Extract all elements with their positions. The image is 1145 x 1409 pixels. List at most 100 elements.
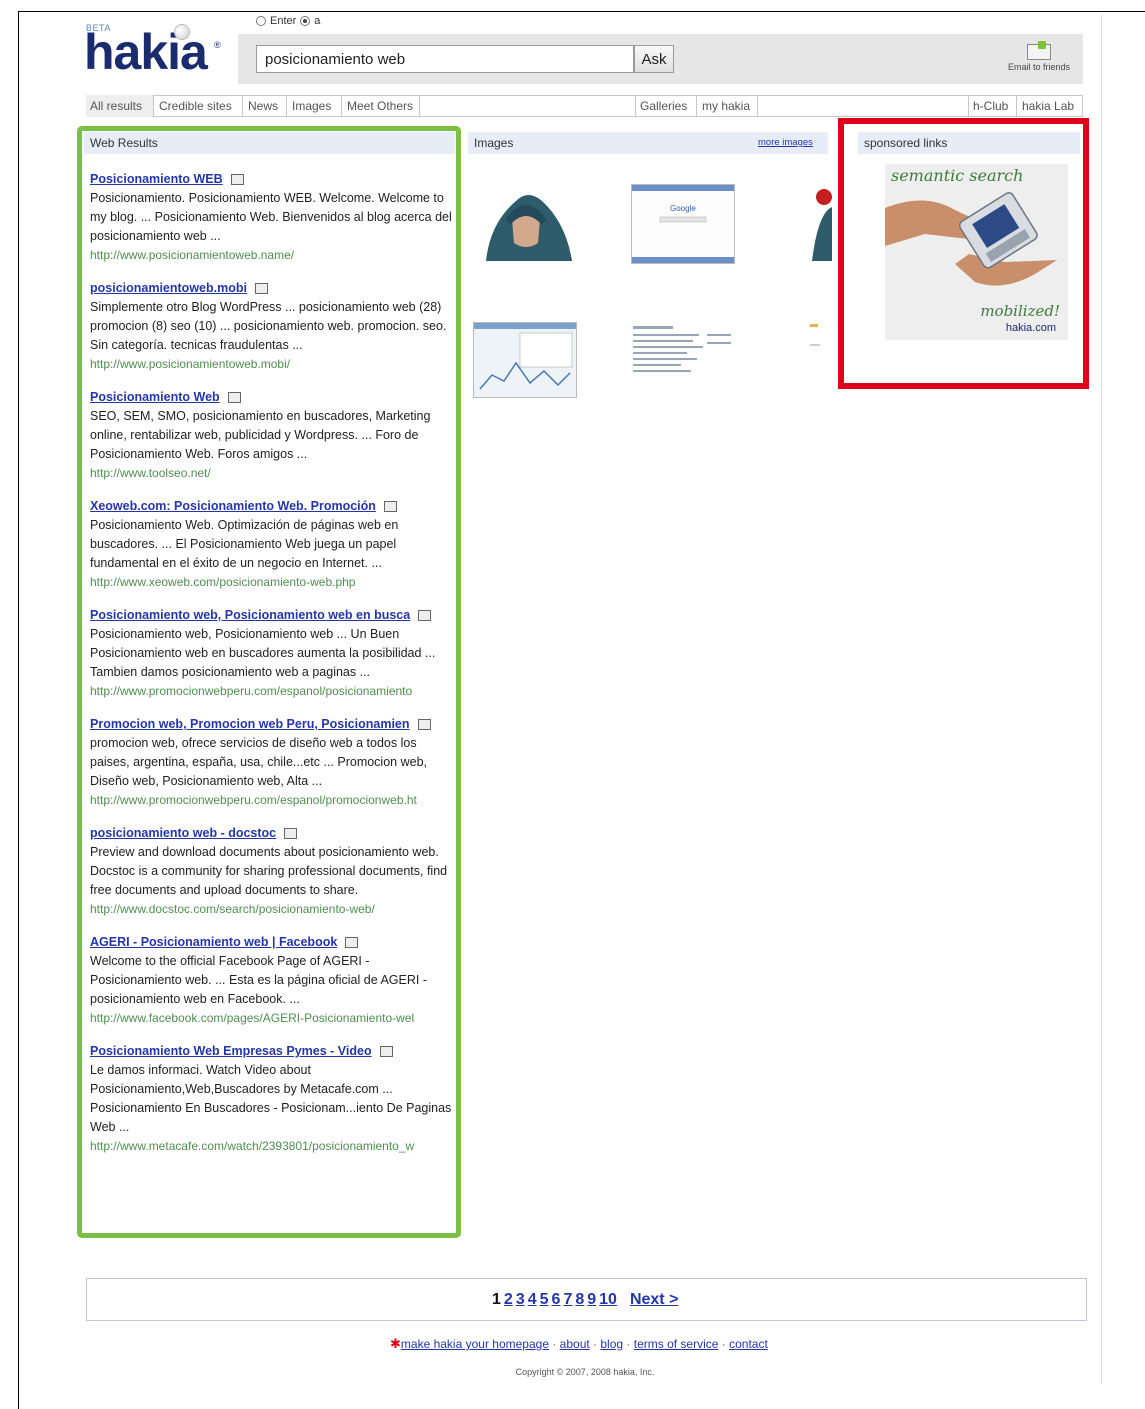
result-title-link[interactable]: posicionamientoweb.mobi bbox=[90, 279, 452, 298]
result-url[interactable]: http://www.posicionamientoweb.mobi/ bbox=[90, 355, 452, 374]
search-input[interactable] bbox=[256, 45, 634, 73]
email-to-friends-link[interactable]: Email to friends bbox=[998, 41, 1080, 72]
make-homepage-link[interactable]: make hakia your homepage bbox=[401, 1337, 549, 1351]
more-images-link[interactable]: more images bbox=[758, 137, 813, 148]
result-title-link[interactable]: Posicionamiento Web bbox=[90, 388, 452, 407]
result-title-link[interactable]: Xeoweb.com: Posicionamiento Web. Promoci… bbox=[90, 497, 452, 516]
image-thumb-partial[interactable] bbox=[806, 322, 832, 352]
next-page-link[interactable]: Next > bbox=[630, 1291, 678, 1309]
cached-page-icon[interactable] bbox=[345, 937, 359, 949]
result-item: Posicionamiento web, Posicionamiento web… bbox=[90, 606, 452, 701]
tab-news[interactable]: News bbox=[244, 95, 287, 117]
tab-galleries[interactable]: Galleries bbox=[635, 95, 697, 117]
logo-globe-icon bbox=[174, 24, 190, 40]
result-snippet: Preview and download documents about pos… bbox=[90, 845, 448, 897]
cached-page-icon[interactable] bbox=[284, 828, 298, 840]
tab-credible-sites[interactable]: Credible sites bbox=[155, 95, 243, 117]
result-title-link[interactable]: posicionamiento web - docstoc bbox=[90, 824, 452, 843]
cached-page-icon[interactable] bbox=[417, 719, 431, 731]
page-link[interactable]: 7 bbox=[563, 1291, 572, 1309]
result-item: Promocion web, Promocion web Peru, Posic… bbox=[90, 715, 452, 810]
page-link[interactable]: 8 bbox=[575, 1291, 584, 1309]
result-title-link[interactable]: Promocion web, Promocion web Peru, Posic… bbox=[90, 715, 452, 734]
result-title-text: Posicionamiento Web Empresas Pymes - Vid… bbox=[90, 1044, 372, 1058]
page-link[interactable]: 6 bbox=[552, 1291, 561, 1309]
blog-link[interactable]: blog bbox=[600, 1337, 623, 1351]
result-title-text: AGERI - Posicionamiento web | Facebook bbox=[90, 935, 338, 949]
result-url[interactable]: http://www.toolseo.net/ bbox=[90, 464, 452, 483]
result-item: posicionamientoweb.mobi Simplemente otro … bbox=[90, 279, 452, 374]
image-thumb-analytics-chart[interactable] bbox=[473, 322, 577, 398]
web-results-list: Posicionamiento WEB Posicionamiento. Posi… bbox=[90, 170, 452, 1170]
tab-all-results[interactable]: All results bbox=[86, 95, 154, 117]
result-title-link[interactable]: AGERI - Posicionamiento web | Facebook bbox=[90, 933, 452, 952]
result-url[interactable]: http://www.xeoweb.com/posicionamiento-we… bbox=[90, 573, 452, 592]
image-thumb-ladybug[interactable] bbox=[806, 185, 832, 261]
radio-enter-label: Enter bbox=[270, 15, 297, 27]
result-title-text: Xeoweb.com: Posicionamiento Web. Promoci… bbox=[90, 499, 376, 513]
page-link[interactable]: 4 bbox=[528, 1291, 537, 1309]
result-url[interactable]: http://www.facebook.com/pages/AGERI-Posi… bbox=[90, 1009, 452, 1028]
result-item: AGERI - Posicionamiento web | Facebook We… bbox=[90, 933, 452, 1028]
result-url[interactable]: http://www.posicionamientoweb.name/ bbox=[90, 246, 452, 265]
result-snippet: Simplemente otro Blog WordPress ... posi… bbox=[90, 300, 447, 352]
image-thumb-google-screenshot[interactable]: Google bbox=[631, 184, 735, 264]
cached-page-icon[interactable] bbox=[383, 501, 397, 513]
tab-my-hakia[interactable]: my hakia bbox=[698, 95, 758, 117]
result-snippet: Welcome to the official Facebook Page of… bbox=[90, 954, 427, 1006]
image-thumb-hooded-person[interactable] bbox=[476, 185, 576, 261]
page-link[interactable]: 2 bbox=[504, 1291, 513, 1309]
page-link[interactable]: 9 bbox=[587, 1291, 596, 1309]
result-item: posicionamiento web - docstoc Preview and… bbox=[90, 824, 452, 919]
radio-a-label: a bbox=[314, 15, 321, 27]
result-title-link[interactable]: Posicionamiento Web Empresas Pymes - Vid… bbox=[90, 1042, 452, 1061]
result-item: Posicionamiento Web Empresas Pymes - Vid… bbox=[90, 1042, 452, 1156]
tab-h-club[interactable]: h-Club bbox=[968, 95, 1017, 117]
tab-meet-others[interactable]: Meet Others bbox=[343, 95, 420, 117]
ask-button[interactable]: Ask bbox=[634, 45, 674, 73]
page-link[interactable]: 5 bbox=[540, 1291, 549, 1309]
image-thumb-text-document[interactable] bbox=[631, 322, 735, 382]
page-link[interactable]: 3 bbox=[516, 1291, 525, 1309]
result-url[interactable]: http://www.docstoc.com/search/posicionam… bbox=[90, 900, 452, 919]
cached-page-icon[interactable] bbox=[227, 392, 241, 404]
page-right-edge bbox=[1101, 14, 1102, 1384]
pagination: 1 2 3 4 5 6 7 8 9 10 Next > bbox=[492, 1291, 678, 1309]
cached-page-icon[interactable] bbox=[418, 610, 432, 622]
terms-link[interactable]: terms of service bbox=[634, 1337, 719, 1351]
page-link[interactable]: 10 bbox=[599, 1291, 617, 1309]
tab-images[interactable]: Images bbox=[288, 95, 342, 117]
email-to-friends-label: Email to friends bbox=[1007, 62, 1071, 72]
result-title-link[interactable]: Posicionamiento web, Posicionamiento web… bbox=[90, 606, 452, 625]
page-current: 1 bbox=[492, 1291, 501, 1308]
about-link[interactable]: about bbox=[560, 1337, 590, 1351]
cached-page-icon[interactable] bbox=[379, 1046, 393, 1058]
result-title-text: posicionamientoweb.mobi bbox=[90, 281, 247, 295]
result-item: Xeoweb.com: Posicionamiento Web. Promoci… bbox=[90, 497, 452, 592]
result-title-link[interactable]: Posicionamiento WEB bbox=[90, 170, 452, 189]
result-item: Posicionamiento WEB Posicionamiento. Posi… bbox=[90, 170, 452, 265]
result-url[interactable]: http://www.promocionwebperu.com/espanol/… bbox=[90, 791, 452, 810]
tab-hakia-lab[interactable]: hakia Lab bbox=[1018, 95, 1083, 117]
result-item: Posicionamiento Web SEO, SEM, SMO, posici… bbox=[90, 388, 452, 483]
result-snippet: promocion web, ofrece servicios de diseñ… bbox=[90, 736, 427, 788]
footer-links: ✱make hakia your homepage · about · blog… bbox=[390, 1336, 768, 1351]
star-icon: ✱ bbox=[390, 1336, 401, 1351]
cached-page-icon[interactable] bbox=[230, 174, 244, 186]
result-snippet: Posicionamiento. Posicionamiento WEB. We… bbox=[90, 191, 452, 243]
result-snippet: Posicionamiento web, Posicionamiento web… bbox=[90, 627, 436, 679]
ad-domain: hakia.com bbox=[1005, 322, 1056, 334]
cached-page-icon[interactable] bbox=[254, 283, 268, 295]
hakia-mobile-ad[interactable]: semantic search mobilized! hakia.com bbox=[885, 164, 1068, 340]
result-url[interactable]: http://www.promocionwebperu.com/espanol/… bbox=[90, 682, 452, 701]
logo-trademark: ® bbox=[214, 40, 221, 50]
search-mode-radios: Enter a bbox=[256, 15, 320, 27]
result-snippet: Posicionamiento Web. Optimización de pág… bbox=[90, 518, 399, 570]
envelope-icon bbox=[1027, 41, 1051, 60]
result-title-text: posicionamiento web - docstoc bbox=[90, 826, 277, 840]
radio-enter[interactable] bbox=[256, 16, 266, 26]
contact-link[interactable]: contact bbox=[729, 1337, 768, 1351]
result-url[interactable]: http://www.metacafe.com/watch/2393801/po… bbox=[90, 1137, 452, 1156]
result-title-text: Promocion web, Promocion web Peru, Posic… bbox=[90, 717, 410, 731]
radio-a[interactable] bbox=[300, 16, 311, 26]
